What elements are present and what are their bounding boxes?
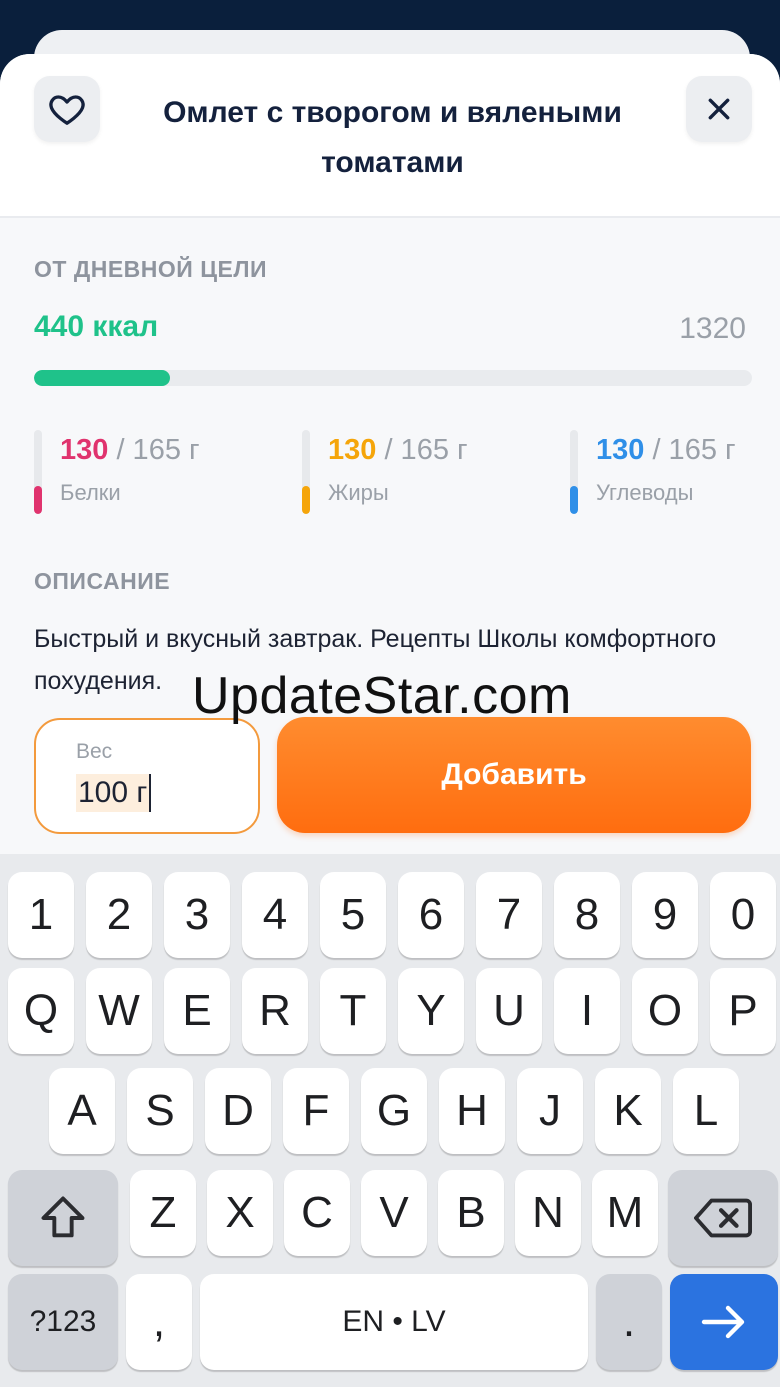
macro-values: 130 / 165 г	[328, 434, 468, 467]
key-o[interactable]: O	[632, 968, 698, 1054]
key-5[interactable]: 5	[320, 872, 386, 958]
macro-protein: 130 / 165 г Белки	[34, 430, 274, 514]
macro-current: 130	[328, 434, 377, 466]
key-j[interactable]: J	[517, 1068, 583, 1154]
key-l[interactable]: L	[673, 1068, 739, 1154]
key-v[interactable]: V	[361, 1170, 427, 1256]
key-g[interactable]: G	[361, 1068, 427, 1154]
close-icon	[708, 98, 730, 120]
macro-values: 130 / 165 г	[60, 434, 200, 467]
key-t[interactable]: T	[320, 968, 386, 1054]
key-w[interactable]: W	[86, 968, 152, 1054]
key-a[interactable]: A	[49, 1068, 115, 1154]
key-i[interactable]: I	[554, 968, 620, 1054]
comma-key[interactable]: ,	[126, 1274, 192, 1370]
description-label: ОПИСАНИЕ	[34, 568, 171, 594]
key-n[interactable]: N	[515, 1170, 581, 1256]
macro-bar-fill	[34, 486, 42, 514]
key-k[interactable]: K	[595, 1068, 661, 1154]
kcal-goal: 1320	[679, 312, 746, 345]
macro-name: Жиры	[328, 480, 389, 505]
macro-total: / 165 г	[644, 434, 736, 466]
macro-bar-fill	[302, 486, 310, 514]
key-p[interactable]: P	[710, 968, 776, 1054]
favorite-button[interactable]	[34, 76, 100, 142]
key-4[interactable]: 4	[242, 872, 308, 958]
macro-name: Углеводы	[596, 480, 694, 505]
macro-values: 130 / 165 г	[596, 434, 736, 467]
key-q[interactable]: Q	[8, 968, 74, 1054]
arrow-right-icon	[701, 1305, 745, 1339]
key-2[interactable]: 2	[86, 872, 152, 958]
key-s[interactable]: S	[127, 1068, 193, 1154]
watermark: UpdateStar.com	[192, 667, 572, 725]
period-key[interactable]: .	[596, 1274, 662, 1370]
macro-current: 130	[60, 434, 109, 466]
key-b[interactable]: B	[438, 1170, 504, 1256]
key-6[interactable]: 6	[398, 872, 464, 958]
macro-fat: 130 / 165 г Жиры	[302, 430, 542, 514]
key-r[interactable]: R	[242, 968, 308, 1054]
space-key[interactable]: EN • LV	[200, 1274, 588, 1370]
key-9[interactable]: 9	[632, 872, 698, 958]
shift-arrow-icon	[41, 1196, 85, 1238]
macro-name: Белки	[60, 480, 121, 505]
kcal-progress-fill	[34, 370, 171, 386]
macro-bar-fill	[570, 486, 578, 514]
recipe-title: Омлет с творогом и вялеными томатами	[163, 96, 622, 179]
key-z[interactable]: Z	[130, 1170, 196, 1256]
on-screen-keyboard: ?123 , EN • LV . 1234567890 QWERTYUIOP ASD…	[0, 854, 780, 1387]
macro-bar	[570, 430, 578, 514]
backspace-key[interactable]	[668, 1170, 778, 1266]
macro-total: / 165 г	[108, 434, 200, 466]
key-0[interactable]: 0	[710, 872, 776, 958]
kcal-progress-bar	[34, 370, 752, 386]
heart-icon	[49, 95, 85, 125]
key-m[interactable]: M	[592, 1170, 658, 1256]
macro-total: / 165 г	[376, 434, 468, 466]
macro-current: 130	[596, 434, 645, 466]
key-h[interactable]: H	[439, 1068, 505, 1154]
key-y[interactable]: Y	[398, 968, 464, 1054]
add-button[interactable]: Добавить	[277, 717, 751, 833]
key-f[interactable]: F	[283, 1068, 349, 1154]
macro-bar	[302, 430, 310, 514]
shift-key[interactable]	[8, 1170, 118, 1266]
macro-bar	[34, 430, 42, 514]
weight-label: Вес	[76, 740, 113, 763]
macro-carbs: 130 / 165 г Углеводы	[570, 430, 780, 514]
key-1[interactable]: 1	[8, 872, 74, 958]
key-7[interactable]: 7	[476, 872, 542, 958]
key-u[interactable]: U	[476, 968, 542, 1054]
weight-input[interactable]: Вес 100 г	[34, 718, 260, 834]
key-3[interactable]: 3	[164, 872, 230, 958]
key-x[interactable]: X	[207, 1170, 273, 1256]
weight-value[interactable]: 100 г	[76, 774, 152, 812]
symbols-key[interactable]: ?123	[8, 1274, 118, 1370]
key-8[interactable]: 8	[554, 872, 620, 958]
daily-goal-label: ОТ ДНЕВНОЙ ЦЕЛИ	[34, 256, 268, 282]
key-e[interactable]: E	[164, 968, 230, 1054]
enter-key[interactable]	[670, 1274, 778, 1370]
sheet-header: Омлет с творогом и вялеными томатами	[0, 54, 780, 218]
key-c[interactable]: C	[284, 1170, 350, 1256]
kcal-value: 440 ккал	[34, 310, 159, 343]
backspace-icon	[694, 1198, 752, 1238]
key-d[interactable]: D	[205, 1068, 271, 1154]
close-button[interactable]	[686, 76, 752, 142]
